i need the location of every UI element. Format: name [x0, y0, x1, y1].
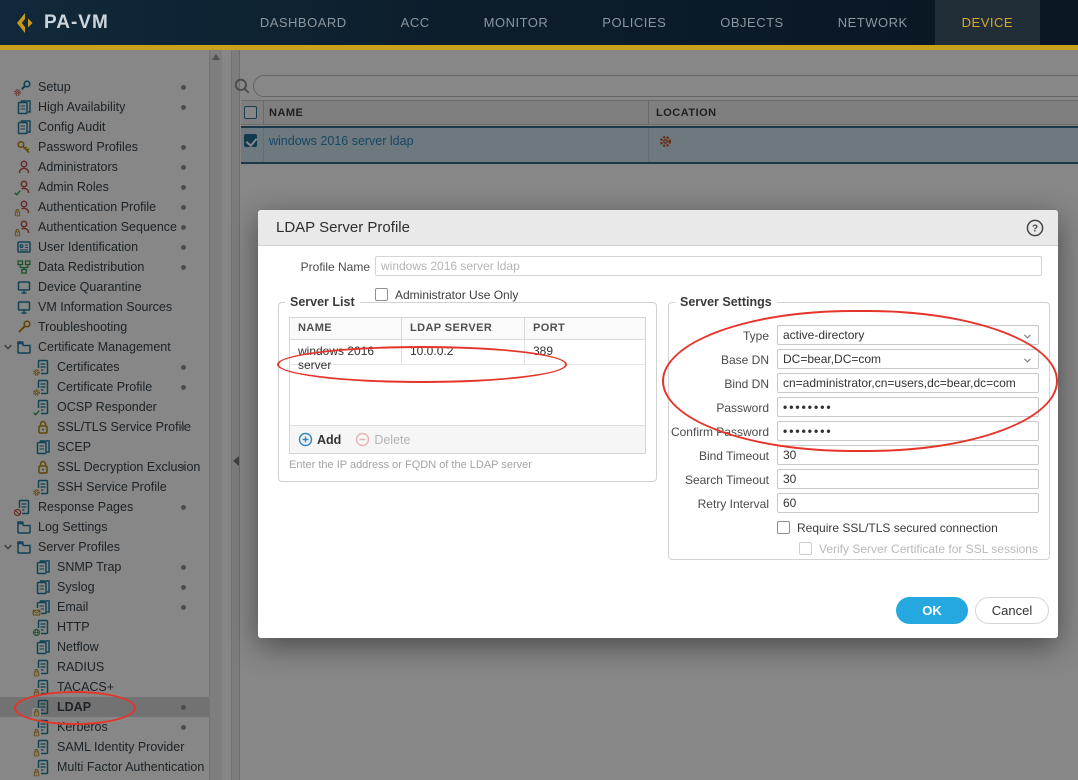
require-ssl-row: Require SSL/TLS secured connection	[777, 519, 998, 537]
base-dn-label: Base DN	[720, 353, 769, 367]
tab-monitor[interactable]: MONITOR	[470, 0, 563, 45]
chevron-down-icon	[1023, 334, 1032, 339]
brand: PA-VM	[0, 0, 123, 45]
verify-cert-label: Verify Server Certificate for SSL sessio…	[819, 542, 1038, 556]
verify-cert-row: Verify Server Certificate for SSL sessio…	[799, 540, 1038, 558]
server-list-hint: Enter the IP address or FQDN of the LDAP…	[289, 459, 532, 471]
password-input[interactable]: ••••••••	[777, 397, 1039, 417]
require-ssl-checkbox[interactable]	[777, 521, 790, 534]
profile-name-input[interactable]	[375, 256, 1042, 276]
top-nav: PA-VM DASHBOARD ACC MONITOR POLICIES OBJ…	[0, 0, 1078, 45]
server-address-cell[interactable]: 10.0.0.2	[402, 340, 525, 364]
type-select[interactable]: active-directory	[777, 325, 1039, 345]
server-port-cell[interactable]: 389	[525, 340, 645, 364]
tab-dashboard[interactable]: DASHBOARD	[246, 0, 361, 45]
paloalto-logo-icon	[17, 12, 33, 33]
server-list-group: Server List NAME LDAP SERVER PORT window…	[278, 295, 657, 482]
bind-timeout-label: Bind Timeout	[698, 449, 769, 463]
server-settings-legend: Server Settings	[680, 295, 772, 309]
plus-circle-icon	[298, 432, 313, 447]
brand-title: PA-VM	[44, 11, 109, 33]
verify-cert-checkbox	[799, 542, 812, 555]
minus-circle-icon	[356, 432, 370, 447]
tab-device[interactable]: DEVICE	[934, 0, 1041, 45]
base-dn-select[interactable]: DC=bear,DC=com	[777, 349, 1039, 369]
search-timeout-label: Search Timeout	[684, 473, 769, 487]
server-list-header: NAME LDAP SERVER PORT	[290, 318, 645, 340]
bind-dn-label: Bind DN	[724, 377, 769, 391]
bind-dn-input[interactable]	[777, 373, 1039, 393]
require-ssl-label: Require SSL/TLS secured connection	[797, 521, 998, 535]
col-name[interactable]: NAME	[290, 318, 402, 339]
type-label: Type	[742, 329, 769, 343]
add-button[interactable]: Add	[298, 432, 341, 447]
ldap-server-profile-dialog: LDAP Server Profile Profile Name Adminis…	[258, 210, 1058, 638]
server-settings-group: Server Settings Type active-directory Ba…	[668, 295, 1050, 560]
delete-button[interactable]: Delete	[355, 432, 410, 447]
search-timeout-input[interactable]	[777, 469, 1039, 489]
password-label: Password	[716, 401, 769, 415]
ok-button[interactable]: OK	[896, 597, 968, 624]
col-port[interactable]: PORT	[525, 318, 645, 339]
dialog-header: LDAP Server Profile	[258, 210, 1058, 246]
server-list-toolbar: Add Delete	[290, 425, 645, 453]
server-list-row[interactable]: windows 2016 server 10.0.0.2 389	[290, 340, 645, 372]
tab-acc[interactable]: ACC	[387, 0, 444, 45]
confirm-password-input[interactable]: ••••••••	[777, 421, 1039, 441]
profile-name-label: Profile Name	[300, 260, 370, 274]
tab-objects[interactable]: OBJECTS	[706, 0, 797, 45]
tab-policies[interactable]: POLICIES	[588, 0, 680, 45]
server-list-table: NAME LDAP SERVER PORT windows 2016 serve…	[289, 317, 646, 454]
dialog-title: LDAP Server Profile	[276, 219, 410, 236]
confirm-password-label: Confirm Password	[670, 425, 769, 439]
bind-timeout-input[interactable]	[777, 445, 1039, 465]
help-icon[interactable]	[1026, 219, 1044, 237]
cancel-button[interactable]: Cancel	[975, 597, 1049, 624]
tab-network[interactable]: NETWORK	[824, 0, 922, 45]
server-name-cell[interactable]: windows 2016 server	[290, 340, 402, 372]
server-list-legend: Server List	[290, 295, 355, 309]
retry-interval-label: Retry Interval	[697, 497, 769, 511]
retry-interval-input[interactable]	[777, 493, 1039, 513]
chevron-down-icon	[1023, 358, 1032, 363]
col-ldap-server[interactable]: LDAP SERVER	[402, 318, 525, 339]
nav-tabs: DASHBOARD ACC MONITOR POLICIES OBJECTS N…	[233, 0, 1041, 45]
